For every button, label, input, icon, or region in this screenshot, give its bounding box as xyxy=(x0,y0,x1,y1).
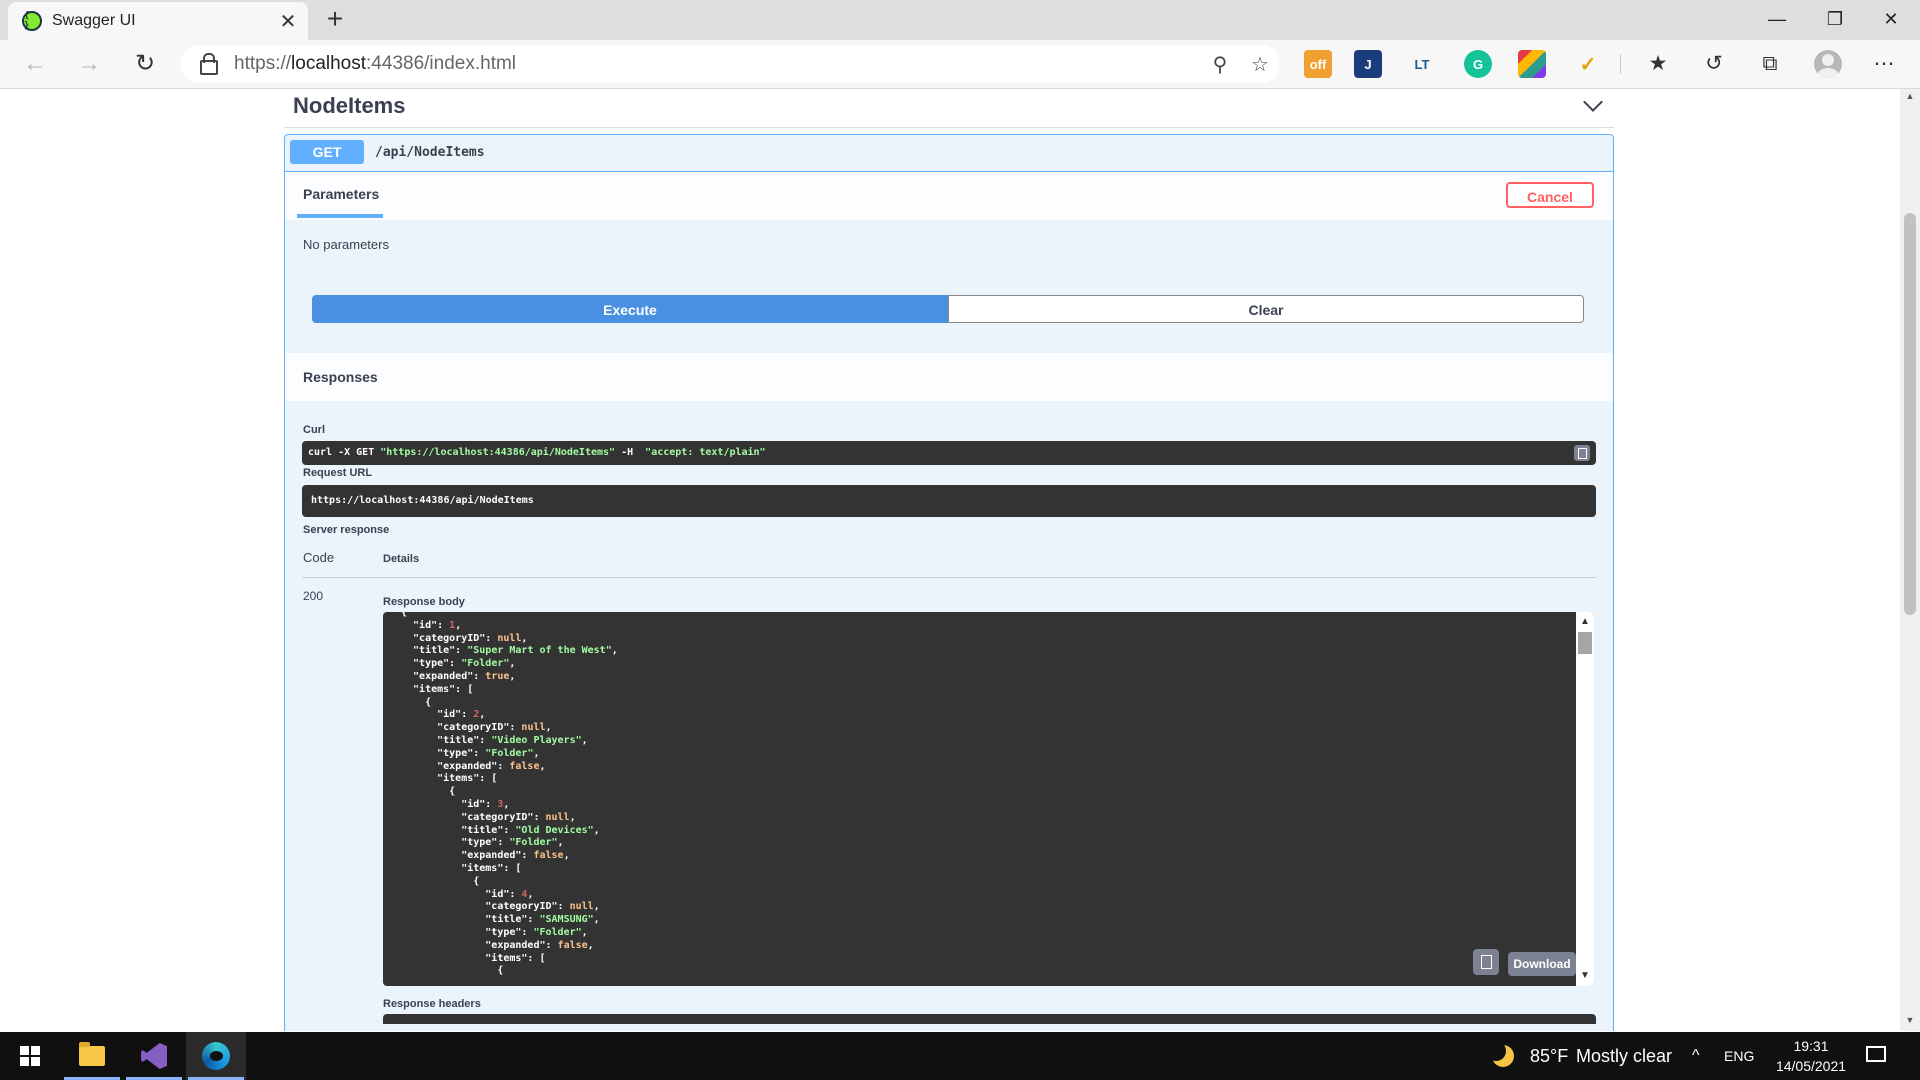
close-tab-icon[interactable]: ✕ xyxy=(276,9,300,34)
response-body-json: { "id": 1, "categoryID": null, "title": … xyxy=(401,612,618,977)
clock-time: 19:31 xyxy=(1793,1038,1829,1054)
page-viewport: NodeItems GET /api/NodeItems Parameters … xyxy=(0,89,1900,1031)
tab-underline xyxy=(297,214,383,218)
back-icon[interactable]: ← xyxy=(18,48,52,80)
parameters-header: Parameters Cancel xyxy=(285,172,1613,220)
notification-icon[interactable] xyxy=(1866,1046,1886,1062)
table-divider xyxy=(302,577,1596,578)
taskbar-visual-studio[interactable] xyxy=(124,1032,184,1080)
curl-command-box[interactable]: curl -X GET "https://localhost:44386/api… xyxy=(302,441,1596,465)
response-body-scrollbar[interactable]: ▲ ▼ xyxy=(1576,612,1594,986)
colorful-extension-icon[interactable] xyxy=(1518,50,1546,78)
status-code: 200 xyxy=(303,589,324,603)
copy-response-icon[interactable] xyxy=(1473,949,1499,975)
history-icon[interactable]: ↺ xyxy=(1700,50,1728,78)
grammarly-icon[interactable]: G xyxy=(1464,50,1492,78)
browser-titlebar: { } Swagger UI ✕ + — ❐ ✕ xyxy=(0,0,1920,40)
browser-toolbar: ← → ↻ https://localhost:44386/index.html… xyxy=(0,40,1920,89)
zoom-icon[interactable]: ⚲ xyxy=(1200,52,1240,77)
tab-title: Swagger UI xyxy=(52,12,136,29)
weather-moon-icon[interactable] xyxy=(1486,1041,1514,1067)
taskbar-file-explorer[interactable] xyxy=(62,1032,122,1080)
check-extension-icon[interactable]: ✓ xyxy=(1574,50,1602,78)
response-body-label: Response body xyxy=(383,596,465,608)
clock-date: 14/05/2021 xyxy=(1775,1058,1847,1074)
refresh-icon[interactable]: ↻ xyxy=(128,48,162,80)
tab-parameters[interactable]: Parameters xyxy=(303,186,379,202)
response-headers-label: Response headers xyxy=(383,998,481,1010)
taskbar-edge[interactable] xyxy=(186,1032,246,1080)
new-tab-button[interactable]: + xyxy=(318,4,352,36)
execute-button[interactable]: Execute xyxy=(312,295,948,323)
start-button[interactable] xyxy=(0,1032,60,1080)
response-body-box[interactable]: { "id": 1, "categoryID": null, "title": … xyxy=(383,612,1594,986)
weather-text[interactable]: Mostly clear xyxy=(1576,1032,1672,1080)
lt-extension-icon[interactable]: LT xyxy=(1408,50,1436,78)
no-parameters-text: No parameters xyxy=(303,237,389,252)
clear-button[interactable]: Clear xyxy=(948,295,1584,323)
j-extension-icon[interactable]: J xyxy=(1354,50,1382,78)
collections-icon[interactable]: ⧉ xyxy=(1756,50,1784,78)
scroll-thumb[interactable] xyxy=(1578,632,1592,654)
more-menu-icon[interactable]: ⋯ xyxy=(1870,50,1898,78)
minimize-icon[interactable]: — xyxy=(1748,0,1806,38)
visual-studio-icon xyxy=(141,1043,167,1069)
toolbar-divider xyxy=(1620,54,1621,74)
details-column-header: Details xyxy=(383,553,420,565)
coupon-extension-icon[interactable]: off xyxy=(1304,50,1332,78)
request-url-box[interactable]: https://localhost:44386/api/NodeItems xyxy=(302,485,1596,517)
responses-header: Responses xyxy=(285,353,1613,401)
response-headers-box[interactable] xyxy=(383,1014,1596,1024)
execute-wrapper: Execute Clear xyxy=(312,295,1584,323)
language-indicator[interactable]: ENG xyxy=(1724,1032,1754,1080)
page-scroll-thumb[interactable] xyxy=(1904,213,1916,615)
page-scrollbar[interactable]: ▲ ▼ xyxy=(1900,89,1920,1031)
operation-path: /api/NodeItems xyxy=(375,145,485,160)
page-scroll-up-icon[interactable]: ▲ xyxy=(1900,91,1920,101)
tray-chevron-icon[interactable]: ^ xyxy=(1692,1032,1700,1080)
scroll-up-icon[interactable]: ▲ xyxy=(1576,616,1594,627)
download-button[interactable]: Download xyxy=(1508,952,1576,976)
server-response-label: Server response xyxy=(303,524,390,536)
forward-icon[interactable]: → xyxy=(72,48,106,80)
request-url-label: Request URL xyxy=(303,467,373,479)
profile-avatar[interactable] xyxy=(1814,50,1842,78)
scroll-down-icon[interactable]: ▼ xyxy=(1576,970,1594,981)
folder-icon xyxy=(79,1042,105,1066)
close-window-icon[interactable]: ✕ xyxy=(1862,0,1920,38)
windows-taskbar: 85°F Mostly clear ^ ENG 19:31 14/05/2021 xyxy=(0,1032,1920,1080)
page-scroll-down-icon[interactable]: ▼ xyxy=(1900,1015,1920,1025)
favorites-icon[interactable]: ★ xyxy=(1644,50,1672,78)
curl-label: Curl xyxy=(303,424,325,436)
copy-curl-icon[interactable] xyxy=(1574,445,1590,461)
restore-icon[interactable]: ❐ xyxy=(1806,0,1864,38)
chevron-down-icon[interactable] xyxy=(1583,92,1603,112)
nodeitems-section-header[interactable]: NodeItems xyxy=(284,89,1614,128)
code-column-header: Code xyxy=(303,550,335,565)
responses-title: Responses xyxy=(303,369,378,385)
operation-summary[interactable]: GET /api/NodeItems xyxy=(285,135,1613,172)
swagger-icon: { } xyxy=(22,11,42,31)
address-bar[interactable]: https://localhost:44386/index.html ⚲ ☆ xyxy=(180,45,1280,83)
edge-icon xyxy=(202,1042,230,1070)
windows-logo-icon xyxy=(20,1046,40,1066)
add-favorite-icon[interactable]: ☆ xyxy=(1240,52,1280,77)
clock[interactable]: 19:31 14/05/2021 xyxy=(1768,1036,1854,1076)
browser-tab[interactable]: { } Swagger UI ✕ xyxy=(8,2,308,40)
cancel-button[interactable]: Cancel xyxy=(1506,182,1594,208)
get-operation-block: GET /api/NodeItems Parameters Cancel No … xyxy=(284,134,1614,1031)
weather-temp[interactable]: 85°F xyxy=(1530,1032,1568,1080)
lock-icon[interactable] xyxy=(200,52,218,75)
section-title: NodeItems xyxy=(293,93,406,118)
method-badge: GET xyxy=(290,140,364,164)
url-text[interactable]: https://localhost:44386/index.html xyxy=(234,53,1200,75)
